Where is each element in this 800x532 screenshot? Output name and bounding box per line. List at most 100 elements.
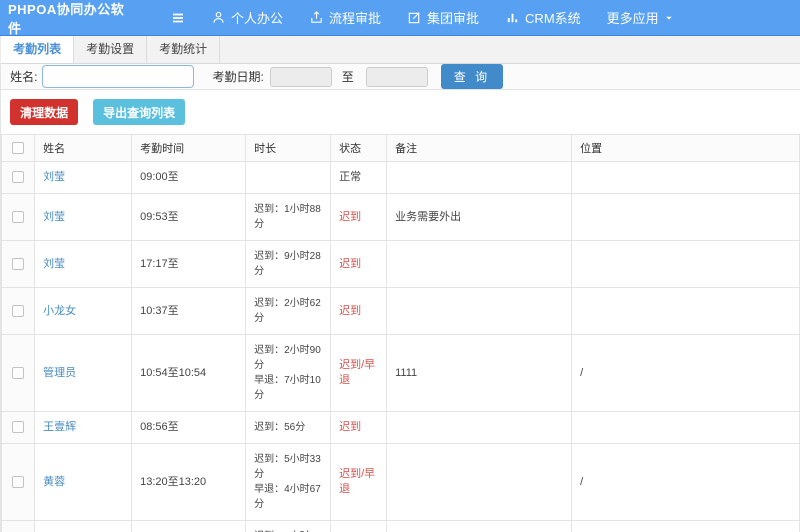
name-cell: 小龙女 [34,287,133,335]
row-checkbox[interactable] [12,257,25,270]
tab-attendance-statistics[interactable]: 考勤统计 [147,36,221,63]
table-header-row: 姓名 考勤时间 时长 状态 备注 位置 [1,134,800,162]
duration-line: 迟到：9小时28分 [254,251,321,277]
name-cell: 王壹辉 [34,411,133,444]
duration-line: 迟到：5小时33分 [254,454,321,480]
location-cell [571,193,800,241]
caret-down-icon [664,13,674,23]
search-bar: 姓名: 考勤日期: 至 查 询 [1,64,800,90]
row-checkbox[interactable] [12,304,25,317]
employee-name-link[interactable]: 王壹辉 [43,421,76,433]
duration-cell [245,161,332,194]
clean-data-button[interactable]: 清理数据 [10,99,79,125]
location-cell [571,411,800,444]
row-checkbox[interactable] [12,366,25,379]
topnav-item-label: 个人办公 [231,11,284,26]
employee-name-link[interactable]: 刘莹 [43,171,65,183]
row-checkbox-cell [1,443,36,521]
topnav-item-label: 流程审批 [329,11,382,26]
header-checkbox-cell [1,134,36,162]
employee-name-link[interactable]: 管理员 [43,367,76,379]
query-button[interactable]: 查 询 [440,64,504,89]
app-logo: PHPOA协同办公软件 [8,1,125,36]
name-cell: 黄蓉 [34,443,133,521]
duration-cell: 迟到：5小时33分 早退：4小时67分 [245,443,332,521]
name-cell: 管理员 [34,334,133,412]
employee-name-link[interactable]: 小龙女 [43,305,76,317]
employee-name-link[interactable]: 刘莹 [43,258,65,270]
column-header: 考勤时间 [131,134,247,162]
tab-attendance-settings[interactable]: 考勤设置 [74,36,148,63]
table-row: 刘莹 17:17至 迟到：9小时28分 迟到 [1,240,800,288]
row-checkbox[interactable] [12,475,25,488]
export-list-button[interactable]: 导出查询列表 [93,99,186,125]
table-row: 小龙女 10:37至 迟到：2小时62分 迟到 [1,287,800,335]
duration-line: 迟到：1小时88分 [254,204,321,230]
status-badge: 正常 [339,171,362,183]
row-checkbox-cell [1,520,36,532]
location-cell [571,520,800,532]
row-checkbox[interactable] [12,421,25,434]
status-badge: 迟到 [339,304,362,317]
topnav-item-crm-system[interactable]: CRM系统 [505,8,581,27]
location-cell [571,161,800,194]
user-icon [211,10,226,25]
location-cell [571,240,800,288]
to-label: 至 [341,70,354,84]
column-header: 姓名 [34,134,133,162]
topnav-item-label: 集团审批 [427,11,480,26]
action-buttons: 清理数据 导出查询列表 [1,90,800,134]
topnav-item-group-approval[interactable]: 集团审批 [407,8,479,27]
row-checkbox-cell [1,193,36,241]
table-row: 黄蓉 13:20至13:20 迟到：5小时33分 早退：4小时67分 迟到/早退 / [1,443,800,521]
remark-cell: 业务需要外出 [386,193,573,241]
duration-cell: 迟到：2小时62分 [245,287,332,335]
tab-attendance-list[interactable]: 考勤列表 [1,36,75,63]
table-row: 管理员 10:54至10:54 迟到：2小时90分 早退：7小时10分 迟到/早退 111… [1,334,800,412]
row-checkbox-cell [1,334,36,412]
top-header: PHPOA协同办公软件 个人办公 流程审批 集团审批 CRM系统 更多应用 [0,0,800,36]
topnav-item-personal-office[interactable]: 个人办公 [211,8,283,27]
date-to-input[interactable] [365,66,428,87]
status-cell: 迟到 [330,520,388,532]
table-row: 刘莹 09:00至 正常 [1,161,800,194]
row-checkbox[interactable] [12,210,25,223]
status-cell: 迟到 [330,287,388,335]
date-from-input[interactable] [269,66,332,87]
top-navigation: 个人办公 流程审批 集团审批 CRM系统 更多应用 [211,8,700,27]
remark-cell: 1111 [386,334,573,412]
time-cell: 17:17至 [131,240,247,288]
status-cell: 正常 [330,161,388,194]
remark-cell [386,161,573,194]
duration-line: 早退：4小时67分 [254,484,321,510]
remark-cell [386,443,573,521]
remark-cell [386,287,573,335]
status-badge: 迟到 [339,257,362,270]
duration-cell: 迟到：56分 [245,411,332,444]
tab-bar: 考勤列表 考勤设置 考勤统计 [1,36,800,64]
time-cell: 08:56至 [131,411,247,444]
location-cell: / [571,443,800,521]
status-cell: 迟到/早退 [330,443,388,521]
status-cell: 迟到/早退 [330,334,388,412]
column-header: 时长 [245,134,332,162]
name-cell: 刘莹 [34,193,133,241]
topnav-item-workflow-approval[interactable]: 流程审批 [309,8,381,27]
row-checkbox[interactable] [12,171,25,184]
topnav-item-more-apps[interactable]: 更多应用 [607,8,674,27]
status-cell: 迟到 [330,240,388,288]
duration-cell: 迟到：2小时90分 早退：7小时10分 [245,334,332,412]
location-cell [571,287,800,335]
select-all-checkbox[interactable] [12,142,25,155]
date-label: 考勤日期: [212,70,264,84]
main-content: 考勤列表 考勤设置 考勤统计 姓名: 考勤日期: 至 查 询 清理数据 导出查询列表… [1,36,800,532]
employee-name-link[interactable]: 黄蓉 [43,476,65,488]
table-row: 王壹辉 08:56至 迟到：56分 迟到 [1,411,800,444]
row-checkbox-cell [1,411,36,444]
employee-name-link[interactable]: 刘莹 [43,211,65,223]
time-cell: 13:20至13:20 [131,443,247,521]
hamburger-menu-icon[interactable] [167,7,189,29]
status-cell: 迟到 [330,193,388,241]
duration-line: 迟到：56分 [254,422,306,433]
name-input[interactable] [42,65,195,88]
